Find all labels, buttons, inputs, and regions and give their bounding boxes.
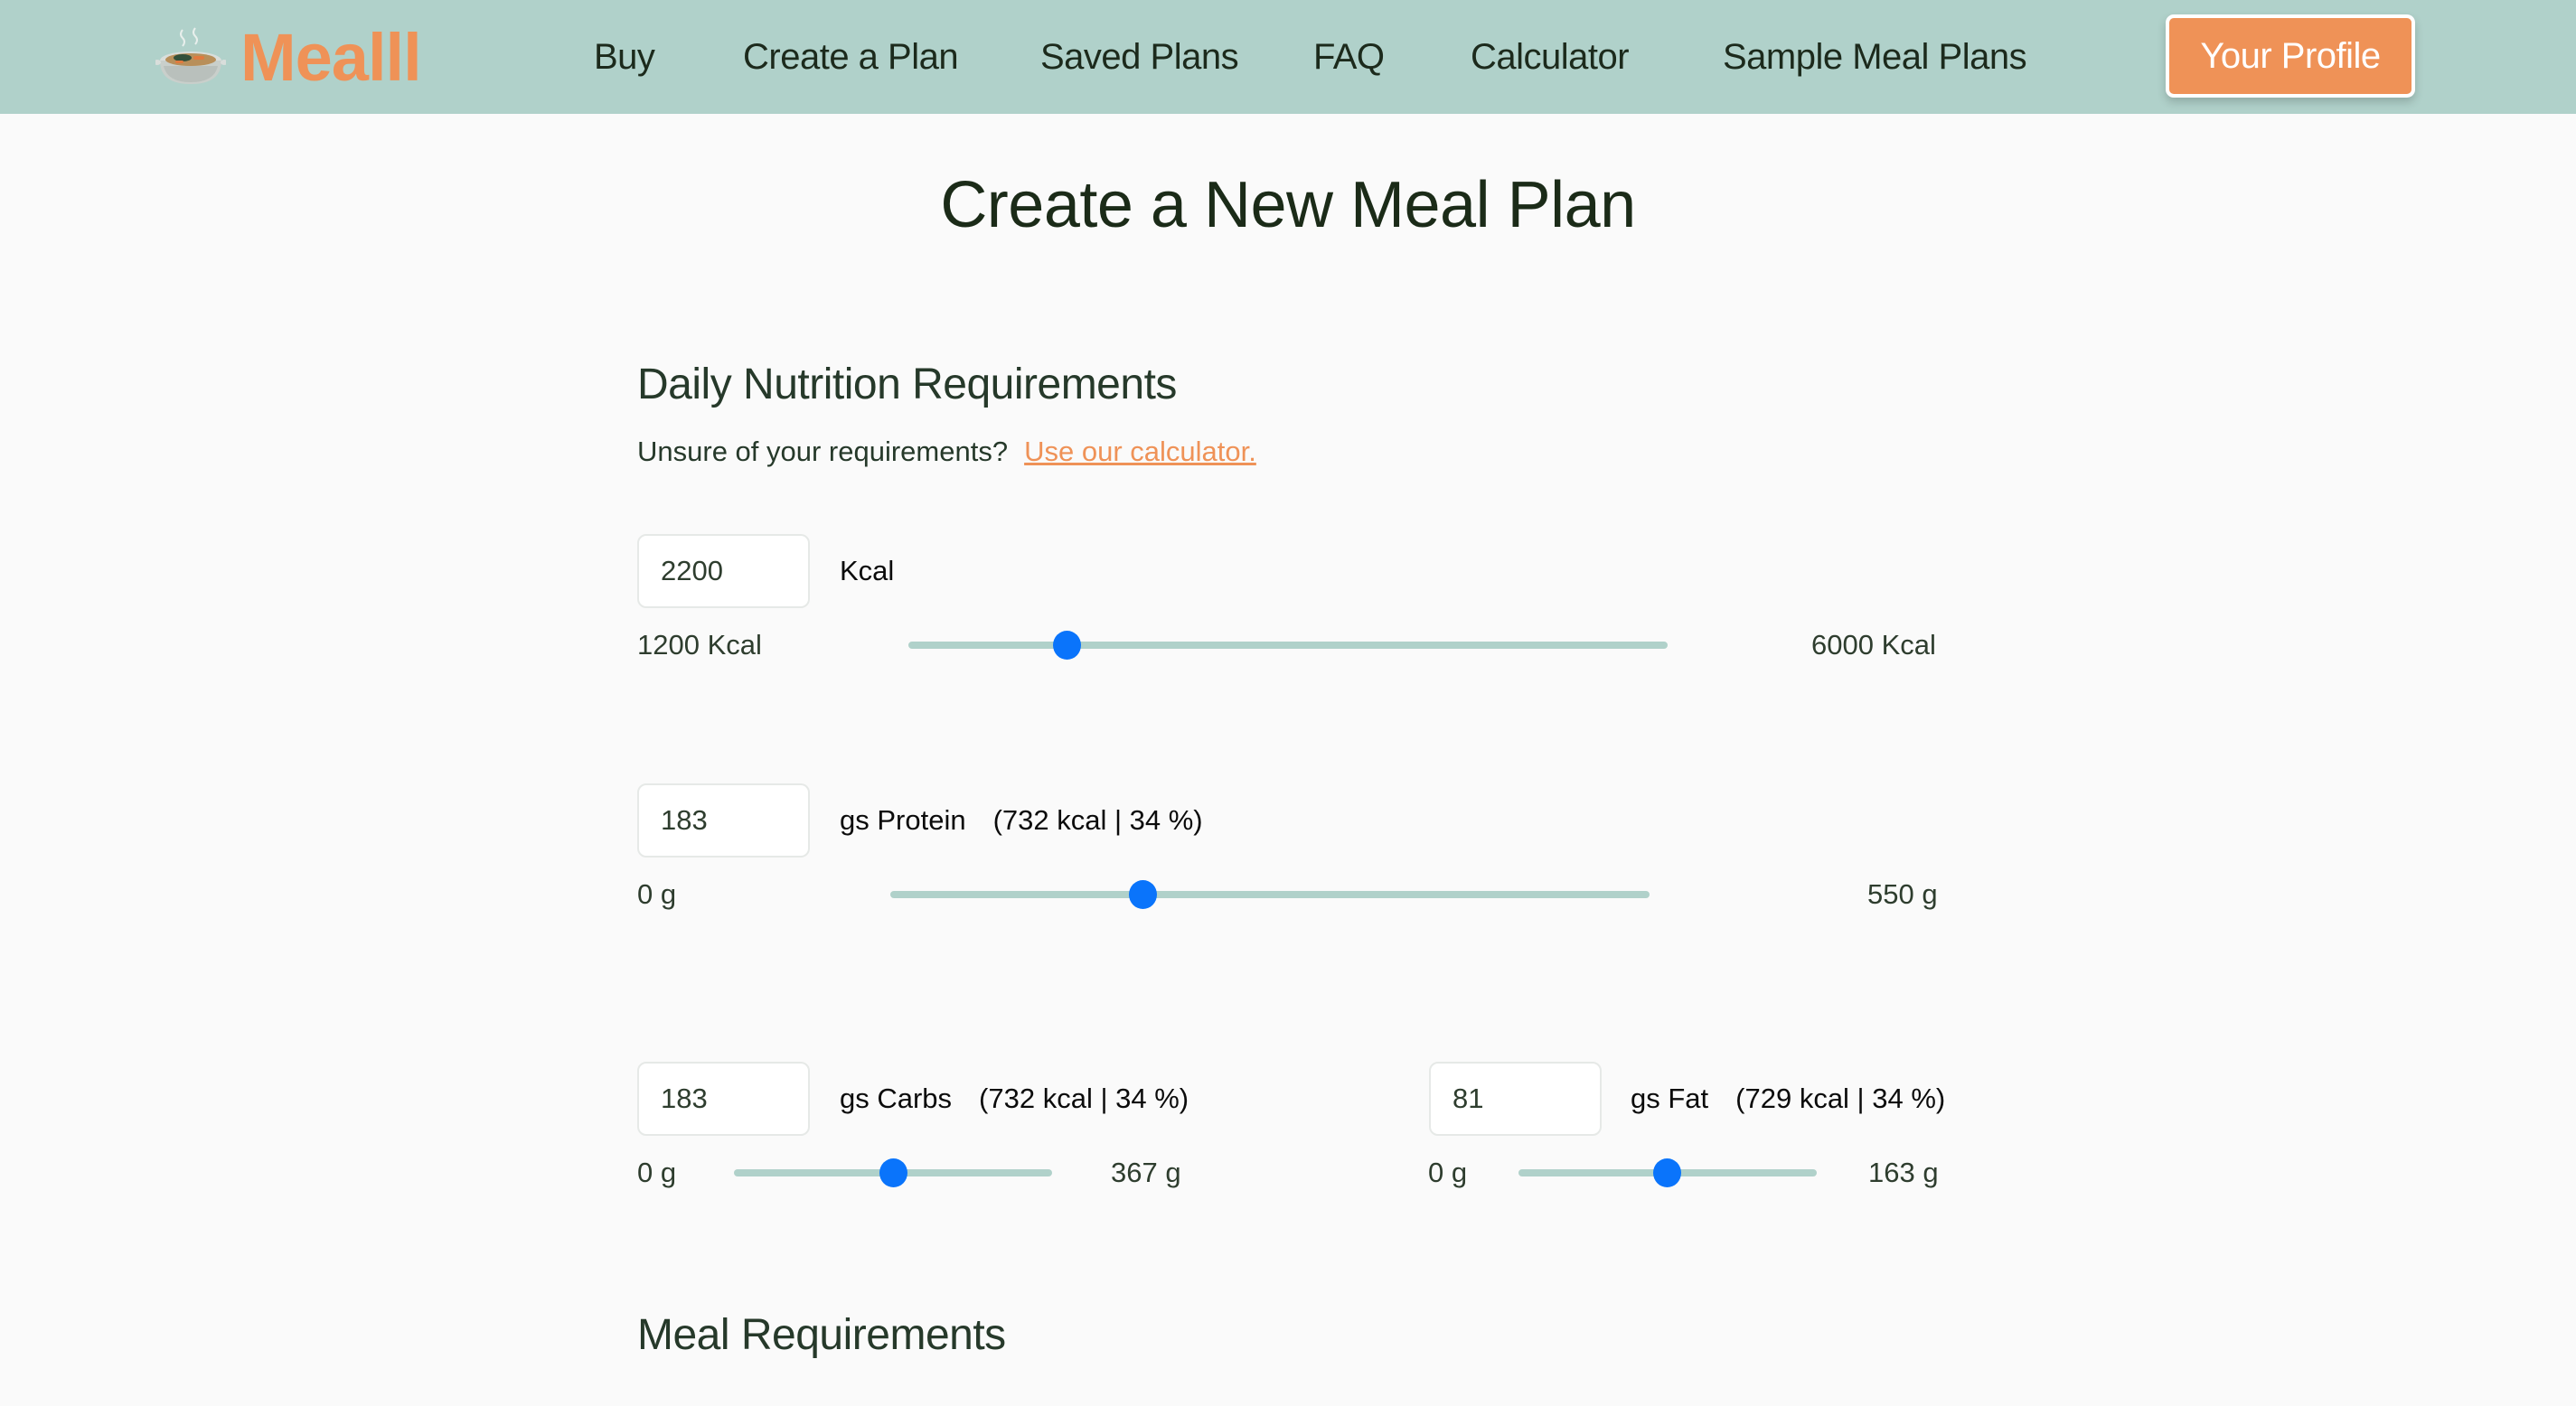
meal-section-title: Meal Requirements bbox=[637, 1311, 1006, 1359]
calories-max-label: 6000 Kcal bbox=[1811, 629, 1936, 661]
carbs-unit-label: gs Carbs bbox=[840, 1083, 953, 1114]
fat-unit-label: gs Fat bbox=[1631, 1083, 1709, 1114]
calories-input[interactable] bbox=[637, 534, 810, 608]
calories-slider[interactable] bbox=[908, 630, 1668, 661]
nav-sample-meal-plans[interactable]: Sample Meal Plans bbox=[1723, 31, 2027, 83]
fat-slider[interactable] bbox=[1518, 1158, 1817, 1188]
logo-text: Mealll bbox=[240, 20, 422, 95]
nav-create-a-plan[interactable]: Create a Plan bbox=[743, 31, 959, 83]
nav-faq[interactable]: FAQ bbox=[1313, 31, 1385, 83]
carbs-max-label: 367 g bbox=[1111, 1157, 1181, 1188]
carbs-detail: (732 kcal | 34 %) bbox=[979, 1083, 1189, 1114]
fat-slider-thumb[interactable] bbox=[1652, 1158, 1681, 1187]
top-navbar: Mealll Buy Create a Plan Saved Plans FAQ… bbox=[0, 0, 2576, 114]
logo-link[interactable]: Mealll bbox=[154, 20, 422, 96]
fat-label: gs Fat (729 kcal | 34 %) bbox=[1631, 1083, 1945, 1115]
fat-input[interactable] bbox=[1429, 1062, 1602, 1136]
calculator-hint: Unsure of your requirements? Use our calc… bbox=[637, 436, 1256, 468]
nav-buy[interactable]: Buy bbox=[594, 31, 655, 83]
calculator-link[interactable]: Use our calculator. bbox=[1024, 436, 1256, 467]
nav-calculator[interactable]: Calculator bbox=[1471, 31, 1630, 83]
carbs-input[interactable] bbox=[637, 1062, 810, 1136]
soup-bowl-icon bbox=[154, 26, 228, 89]
nutrition-section-title: Daily Nutrition Requirements bbox=[637, 361, 1177, 408]
protein-slider-thumb[interactable] bbox=[1129, 880, 1158, 909]
your-profile-button[interactable]: Your Profile bbox=[2166, 14, 2415, 98]
protein-max-label: 550 g bbox=[1867, 878, 1938, 910]
nav-saved-plans[interactable]: Saved Plans bbox=[1040, 31, 1239, 83]
hint-text: Unsure of your requirements? bbox=[637, 436, 1009, 467]
carbs-label: gs Carbs (732 kcal | 34 %) bbox=[840, 1083, 1189, 1115]
protein-unit-label: gs Protein bbox=[840, 804, 966, 836]
protein-min-label: 0 g bbox=[637, 878, 677, 910]
calories-min-label: 1200 Kcal bbox=[637, 629, 762, 661]
protein-detail: (732 kcal | 34 %) bbox=[992, 804, 1203, 836]
protein-input[interactable] bbox=[637, 783, 810, 858]
protein-slider[interactable] bbox=[890, 879, 1650, 910]
page-title: Create a New Meal Plan bbox=[940, 169, 1636, 241]
protein-label: gs Protein (732 kcal | 34 %) bbox=[840, 804, 1203, 837]
calories-slider-thumb[interactable] bbox=[1053, 631, 1081, 660]
fat-min-label: 0 g bbox=[1428, 1157, 1468, 1188]
fat-detail: (729 kcal | 34 %) bbox=[1735, 1083, 1946, 1114]
protein-slider-track[interactable] bbox=[890, 891, 1650, 898]
calories-unit-label: Kcal bbox=[840, 555, 895, 586]
carbs-slider[interactable] bbox=[734, 1158, 1052, 1188]
carbs-slider-thumb[interactable] bbox=[879, 1158, 907, 1187]
carbs-min-label: 0 g bbox=[637, 1157, 677, 1188]
fat-max-label: 163 g bbox=[1868, 1157, 1939, 1188]
calories-slider-track[interactable] bbox=[908, 642, 1668, 649]
